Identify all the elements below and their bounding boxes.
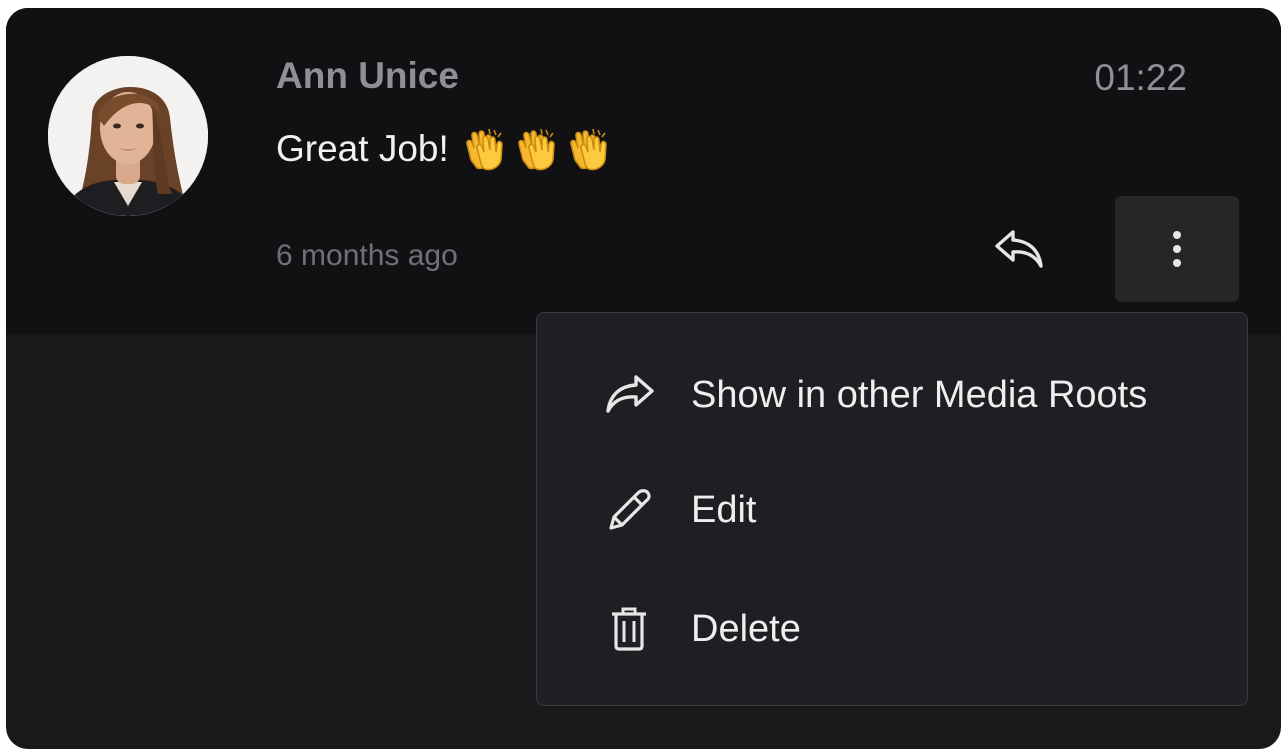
more-vertical-icon bbox=[1173, 231, 1181, 267]
more-options-button[interactable] bbox=[1115, 196, 1239, 302]
trash-icon bbox=[601, 601, 657, 657]
clapping-hands-emoji bbox=[569, 128, 607, 171]
comment-panel: Ann Unice 01:22 Great Job! 6 months ago … bbox=[6, 8, 1281, 749]
reply-button[interactable] bbox=[988, 222, 1052, 278]
clapping-hands-emoji bbox=[517, 128, 555, 171]
reply-icon bbox=[995, 230, 1043, 268]
menu-item-show-in-other-media-roots[interactable]: Show in other Media Roots bbox=[537, 350, 1247, 440]
author-name[interactable]: Ann Unice bbox=[276, 54, 459, 98]
clapping-hands-emoji bbox=[465, 128, 503, 171]
emoji-group bbox=[461, 126, 611, 172]
pencil-icon bbox=[601, 482, 657, 538]
comment-card: Ann Unice 01:22 Great Job! 6 months ago bbox=[6, 8, 1281, 334]
context-menu: Show in other Media Roots Edit Delete bbox=[536, 312, 1248, 706]
menu-item-label: Edit bbox=[691, 488, 757, 531]
menu-item-label: Show in other Media Roots bbox=[691, 373, 1148, 416]
share-forward-icon bbox=[601, 367, 657, 423]
relative-time: 6 months ago bbox=[276, 239, 458, 272]
menu-item-edit[interactable]: Edit bbox=[537, 465, 1247, 555]
menu-item-label: Delete bbox=[691, 607, 801, 650]
comment-message: Great Job! bbox=[276, 126, 611, 172]
menu-item-delete[interactable]: Delete bbox=[537, 584, 1247, 674]
comment-time: 01:22 bbox=[1094, 57, 1187, 98]
comment-text: Great Job! bbox=[276, 128, 449, 169]
avatar[interactable] bbox=[48, 56, 208, 216]
